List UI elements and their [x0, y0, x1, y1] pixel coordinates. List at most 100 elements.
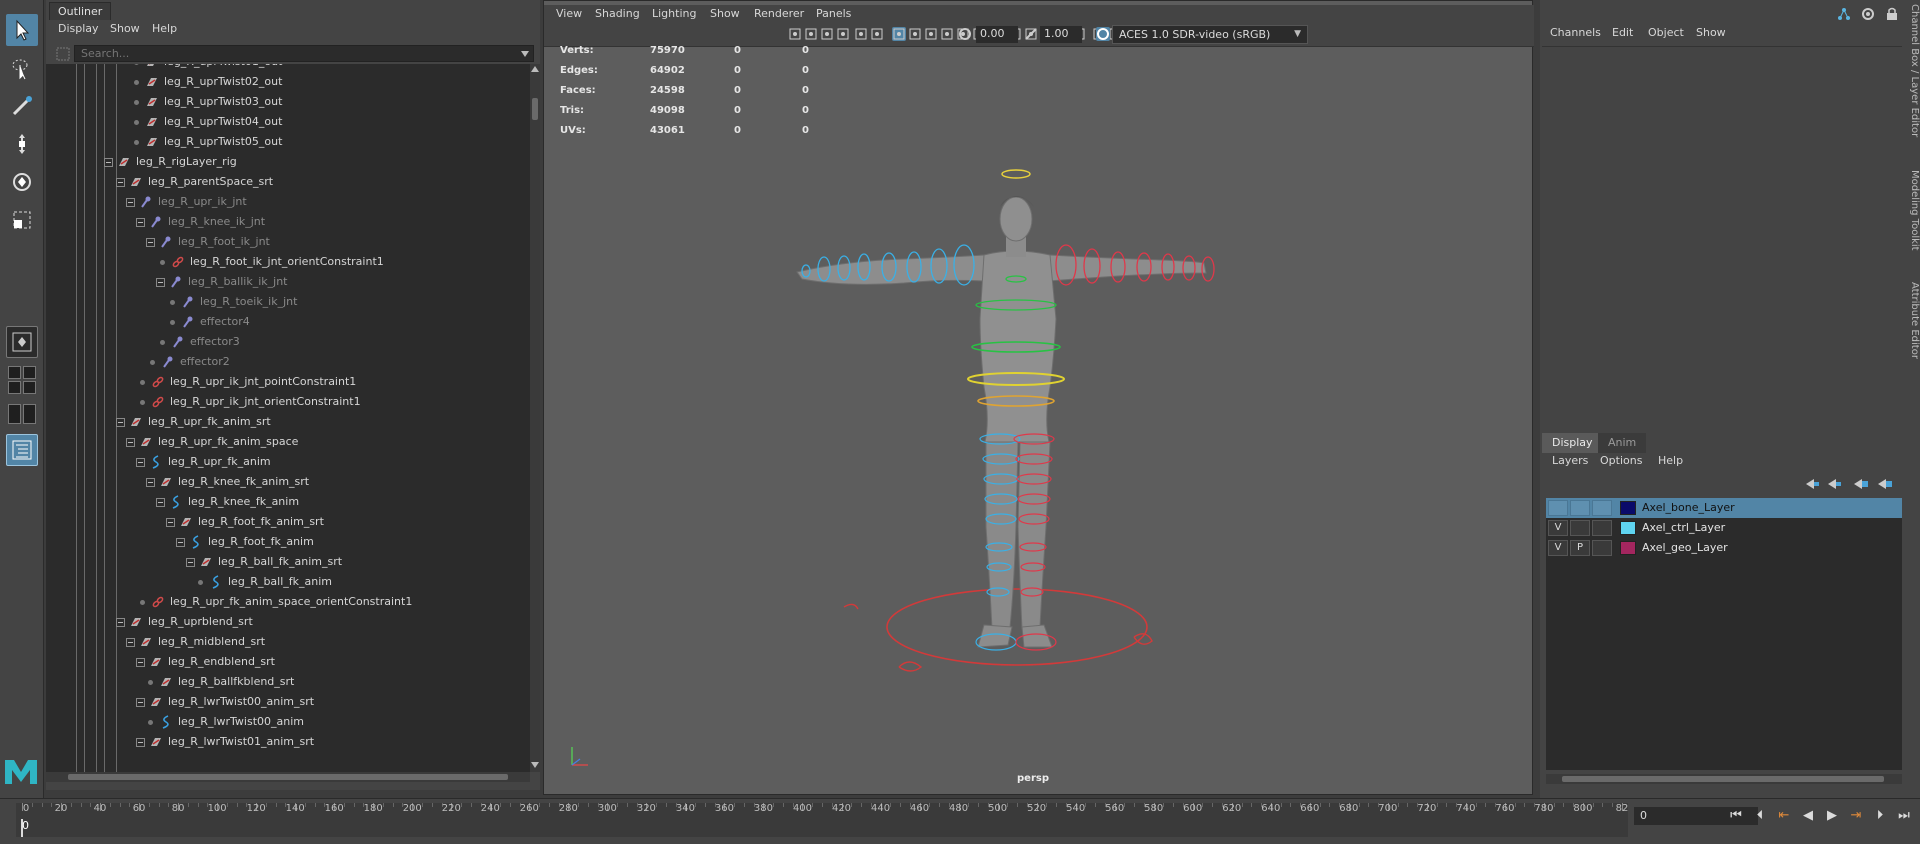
layer-toolbar-icons[interactable]: [1804, 476, 1900, 492]
viewport-menu-renderer[interactable]: Renderer: [754, 7, 804, 20]
bookmarks-icon[interactable]: [820, 27, 834, 41]
scroll-up-arrow-icon[interactable]: [531, 66, 539, 72]
four-view-layout-icon[interactable]: [8, 366, 21, 379]
outliner-row[interactable]: leg_R_ball_fk_anim_srt: [46, 552, 526, 572]
outliner-row[interactable]: leg_R_foot_fk_anim: [46, 532, 526, 552]
outliner-row[interactable]: leg_R_toeik_ik_jnt: [46, 292, 526, 312]
step-forward-frame-icon[interactable]: ⏵: [1870, 807, 1890, 825]
side-tab-attribute-editor[interactable]: Attribute Editor: [1904, 282, 1920, 382]
viewport-menu-view[interactable]: View: [556, 7, 582, 20]
outliner-row[interactable]: leg_R_upr_ik_jnt: [46, 192, 526, 212]
collapse-toggle-icon[interactable]: [126, 638, 135, 647]
collapse-toggle-icon[interactable]: [136, 698, 145, 707]
outliner-row[interactable]: effector3: [46, 332, 526, 352]
scale-tool-icon[interactable]: [6, 204, 38, 236]
channel-box-menu-edit[interactable]: Edit: [1612, 26, 1633, 39]
collapse-toggle-icon[interactable]: [136, 218, 145, 227]
outliner-menu-display[interactable]: Display: [58, 22, 99, 35]
collapse-toggle-icon[interactable]: [116, 178, 125, 187]
network-icon[interactable]: [1836, 6, 1852, 22]
outliner-row[interactable]: leg_R_uprTwist02_out: [46, 72, 526, 92]
outliner-row[interactable]: leg_R_lwrTwist00_anim: [46, 712, 526, 732]
collapse-toggle-icon[interactable]: [156, 278, 165, 287]
outliner-row[interactable]: leg_R_uprTwist01_out: [46, 64, 526, 72]
collapse-toggle-icon[interactable]: [176, 538, 185, 547]
outliner-row[interactable]: leg_R_ball_fk_anim: [46, 572, 526, 592]
outliner-row[interactable]: leg_R_midblend_srt: [46, 632, 526, 652]
top-view-layout-icon[interactable]: [23, 381, 36, 394]
outliner-row[interactable]: leg_R_ballfkblend_srt: [46, 672, 526, 692]
time-slider-bar[interactable]: 0 0 20 40 60 80 100 120 140 160 180 200 220 240 260 28…: [16, 803, 1628, 837]
viewport-menu-show[interactable]: Show: [710, 7, 740, 20]
layer-color-swatch[interactable]: [1620, 501, 1636, 515]
collapse-toggle-icon[interactable]: [104, 158, 113, 167]
outliner-row[interactable]: leg_R_lwrTwist01_anim_srt: [46, 732, 526, 752]
layer-list-horizontal-scrollbar[interactable]: [1546, 774, 1902, 784]
outliner-horizontal-scroll-thumb[interactable]: [68, 774, 508, 780]
side-tab-modeling-toolkit[interactable]: Modeling Toolkit: [1904, 170, 1920, 270]
viewport-menu-lighting[interactable]: Lighting: [652, 7, 696, 20]
layer-playback-toggle[interactable]: P: [1570, 540, 1590, 556]
outliner-tab[interactable]: Outliner: [49, 2, 112, 20]
outliner-row[interactable]: leg_R_upr_fk_anim_srt: [46, 412, 526, 432]
settings-icon[interactable]: [1860, 6, 1876, 22]
color-management-icon[interactable]: [1096, 27, 1110, 41]
persp-outliner-layout-icon[interactable]: [8, 404, 21, 424]
outliner-menu-show[interactable]: Show: [110, 22, 140, 35]
collapse-toggle-icon[interactable]: [136, 738, 145, 747]
outliner-row[interactable]: leg_R_ballik_ik_jnt: [46, 272, 526, 292]
layer-visibility-toggle[interactable]: [1548, 500, 1568, 516]
gamma-icon[interactable]: [1024, 27, 1038, 41]
outliner-row[interactable]: leg_R_uprTwist03_out: [46, 92, 526, 112]
lock-icon[interactable]: [1884, 6, 1900, 22]
outliner-row[interactable]: effector2: [46, 352, 526, 372]
layer-row-bone[interactable]: Axel_bone_Layer: [1546, 498, 1902, 518]
outliner-row[interactable]: leg_R_upr_fk_anim_space_orientConstraint…: [46, 592, 526, 612]
layer-display-type-toggle[interactable]: [1592, 520, 1612, 536]
colorspace-chevron-icon[interactable]: ▼: [1294, 29, 1301, 39]
channel-box-menu-channels[interactable]: Channels: [1550, 26, 1601, 39]
outliner-row[interactable]: leg_R_knee_fk_anim_srt: [46, 472, 526, 492]
gamma-field[interactable]: 1.00: [1040, 26, 1082, 43]
rotate-tool-icon[interactable]: [6, 166, 38, 198]
outliner-vertical-scroll-thumb[interactable]: [532, 98, 538, 120]
play-forwards-icon[interactable]: ▶: [1822, 807, 1842, 825]
outliner-row[interactable]: leg_R_knee_fk_anim: [46, 492, 526, 512]
layer-playback-toggle[interactable]: [1570, 500, 1590, 516]
image-plane-icon[interactable]: [836, 27, 850, 41]
select-camera-icon[interactable]: [788, 27, 802, 41]
outliner-search-input[interactable]: [75, 46, 533, 61]
outliner-row[interactable]: leg_R_foot_fk_anim_srt: [46, 512, 526, 532]
lasso-tool-icon[interactable]: [6, 52, 38, 84]
film-gate-icon[interactable]: [908, 27, 922, 41]
viewport-menu-shading[interactable]: Shading: [595, 7, 640, 20]
go-to-end-icon[interactable]: ⏭: [1894, 807, 1914, 825]
outliner-row[interactable]: leg_R_parentSpace_srt: [46, 172, 526, 192]
tab-display[interactable]: Display: [1542, 433, 1603, 453]
collapse-toggle-icon[interactable]: [186, 558, 195, 567]
layer-list-scroll-thumb[interactable]: [1562, 776, 1884, 782]
outliner-row[interactable]: leg_R_foot_ik_jnt_orientConstraint1: [46, 252, 526, 272]
outliner-row[interactable]: leg_R_uprblend_srt: [46, 612, 526, 632]
gate-mask-icon[interactable]: [940, 27, 954, 41]
collapse-toggle-icon[interactable]: [146, 478, 155, 487]
outliner-layout-icon[interactable]: [6, 434, 38, 466]
layer-color-swatch[interactable]: [1620, 541, 1636, 555]
layer-row-ctrl[interactable]: V Axel_ctrl_Layer: [1546, 518, 1902, 538]
layer-playback-toggle[interactable]: [1570, 520, 1590, 536]
outliner-row[interactable]: leg_R_upr_fk_anim_space: [46, 432, 526, 452]
channel-box-menu-object[interactable]: Object: [1648, 26, 1684, 39]
side-view-layout-icon[interactable]: [23, 366, 36, 379]
exposure-icon[interactable]: [958, 27, 972, 41]
outliner-menu-help[interactable]: Help: [152, 22, 177, 35]
side-tab-channel-box[interactable]: Channel Box / Layer Editor: [1904, 4, 1920, 154]
scroll-down-arrow-icon[interactable]: [531, 762, 539, 768]
outliner-row[interactable]: leg_R_knee_ik_jnt: [46, 212, 526, 232]
outliner-row[interactable]: effector4: [46, 312, 526, 332]
outliner-row[interactable]: leg_R_rigLayer_rig: [46, 152, 526, 172]
step-back-key-icon[interactable]: ⇤: [1774, 807, 1794, 825]
layer-color-swatch[interactable]: [1620, 521, 1636, 535]
select-tool-icon[interactable]: [6, 14, 38, 46]
camera-attributes-icon[interactable]: [804, 27, 818, 41]
viewport-panel[interactable]: View Shading Lighting Show Renderer Pane…: [543, 0, 1534, 795]
